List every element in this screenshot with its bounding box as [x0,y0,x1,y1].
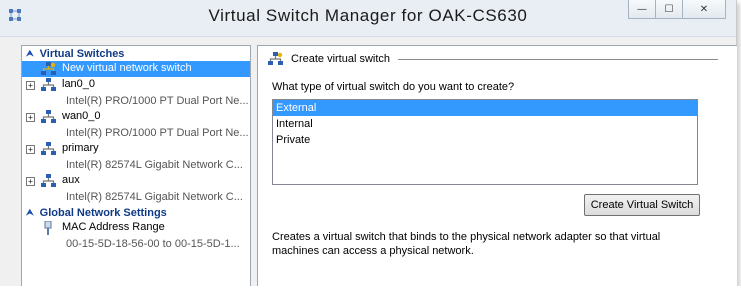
network-switch-icon [41,62,56,75]
switch-item-label: aux [62,174,80,186]
switch-adapter-description: Intel(R) PRO/1000 PT Dual Port Ne... [66,95,249,107]
title-bar[interactable]: Virtual Switch Manager for OAK-CS630 — ☐… [0,0,736,37]
switch-type-description: Creates a virtual switch that binds to t… [272,231,661,257]
expand-plus-icon[interactable]: + [26,177,35,186]
expand-plus-icon[interactable]: + [26,113,35,122]
option-private[interactable]: Private [273,132,697,148]
window-title: Virtual Switch Manager for OAK-CS630 [208,6,528,25]
mac-address-range-value: 00-15-5D-18-56-00 to 00-15-5D-1... [66,238,240,250]
virtual-switches-header-label: Virtual Switches [39,47,125,60]
network-adapter-icon [44,221,52,235]
navigation-pane: ⮝ Virtual Switches New virtual network s… [21,45,251,292]
global-network-settings-header-label: Global Network Settings [39,206,167,219]
maximize-button[interactable]: ☐ [656,0,683,19]
collapse-chevron-icon[interactable]: ⮝ [26,208,34,218]
mac-address-range-item[interactable]: MAC Address Range [22,220,250,236]
network-switch-icon [41,110,56,123]
virtual-switch-manager-window: Virtual Switch Manager for OAK-CS630 — ☐… [0,0,737,300]
create-virtual-switch-heading: Create virtual switch [268,52,390,66]
network-switch-icon [41,142,56,155]
create-virtual-switch-button[interactable]: Create Virtual Switch [584,194,700,216]
switch-type-question: What type of virtual switch do you want … [272,81,515,93]
virtual-switches-section-header[interactable]: ⮝ Virtual Switches [22,46,250,61]
minimize-button[interactable]: — [628,0,656,19]
switch-item-label: lan0_0 [62,78,96,90]
details-pane: Create virtual switch What type of virtu… [257,45,737,296]
switch-item-new[interactable]: New virtual network switch [22,61,250,77]
switch-item-label: primary [62,142,99,154]
heading-divider [398,59,718,60]
expand-plus-icon[interactable]: + [26,81,35,90]
switch-item-label: New virtual network switch [62,62,192,74]
global-network-settings-section-header[interactable]: ⮝ Global Network Settings [22,205,250,220]
switch-item-aux[interactable]: + aux [22,173,250,189]
switch-item-label: wan0_0 [62,110,101,122]
switch-item-primary[interactable]: + primary [22,141,250,157]
switch-adapter-description: Intel(R) 82574L Gigabit Network C... [66,159,243,171]
switch-item-lan0_0[interactable]: + lan0_0 [22,77,250,93]
option-internal[interactable]: Internal [273,116,697,132]
mac-address-range-label: MAC Address Range [62,221,165,233]
close-button[interactable]: ✕ [683,0,726,19]
expand-plus-icon[interactable]: + [26,145,35,154]
switch-adapter-description: Intel(R) 82574L Gigabit Network C... [66,191,243,203]
option-external[interactable]: External [273,100,697,116]
dialog-body: ⮝ Virtual Switches New virtual network s… [0,37,737,296]
switch-adapter-description: Intel(R) PRO/1000 PT Dual Port Ne... [66,127,249,139]
heading-label: Create virtual switch [291,53,391,65]
switch-type-listbox[interactable]: External Internal Private [272,99,698,185]
window-controls: — ☐ ✕ [628,0,726,20]
network-switch-icon [41,174,56,187]
new-switch-icon [268,52,283,65]
network-switch-icon [41,78,56,91]
torn-edge [0,286,741,304]
switch-item-wan0_0[interactable]: + wan0_0 [22,109,250,125]
collapse-chevron-icon[interactable]: ⮝ [26,49,34,59]
